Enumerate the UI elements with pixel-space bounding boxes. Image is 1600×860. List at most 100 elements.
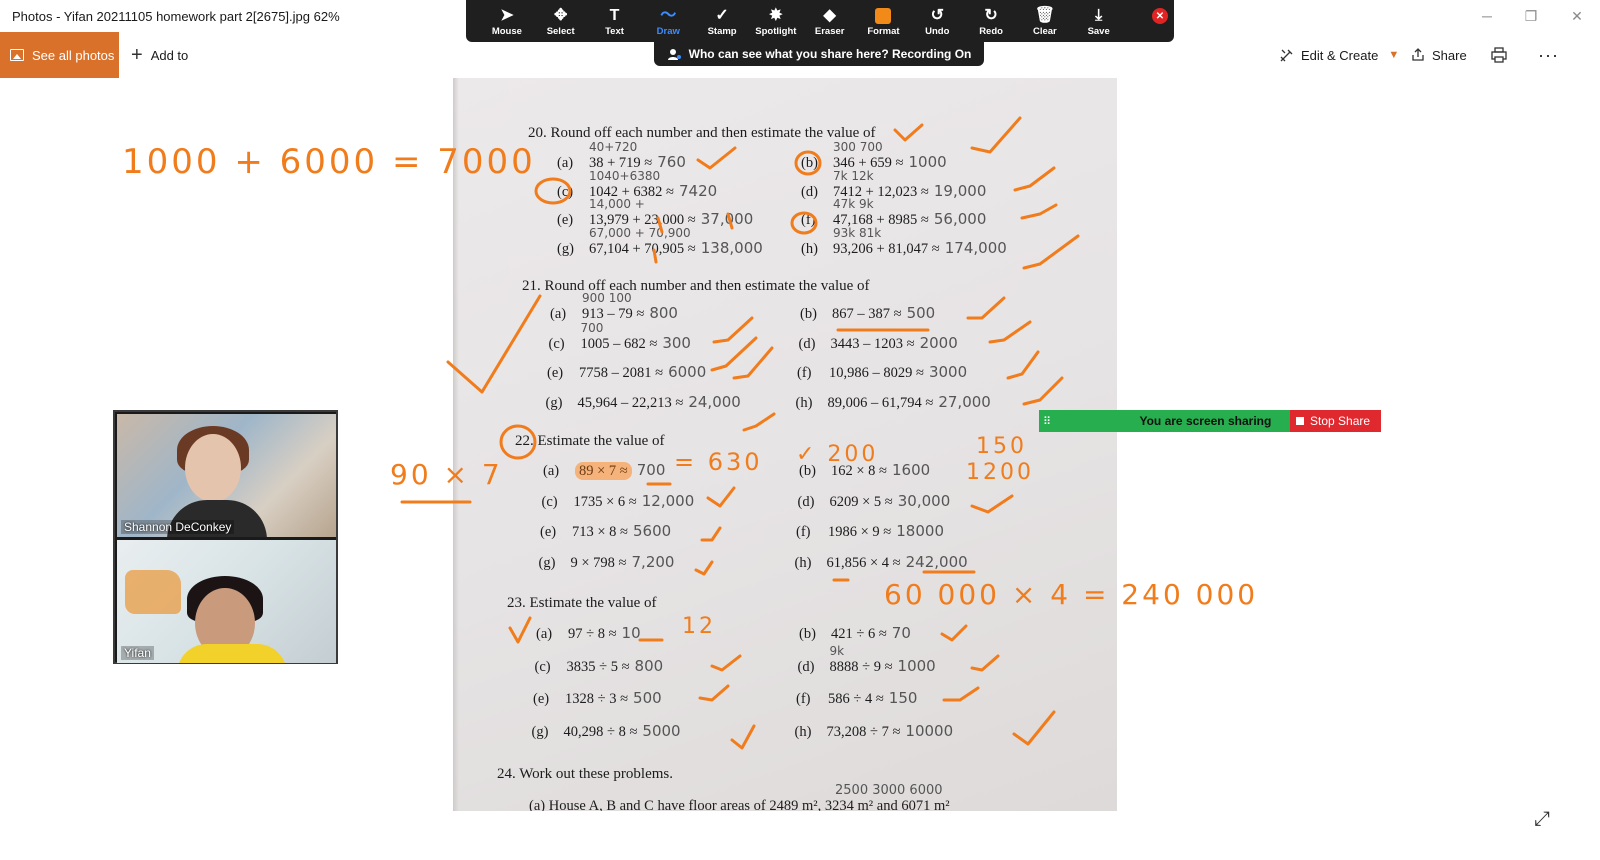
q20-handwriting-above: 67,000 + 70,900 [589,225,691,240]
maximize-button[interactable]: ❐ [1508,0,1554,32]
tool-clear-button[interactable]: 🗑 Clear [1018,0,1072,42]
participant-1-name: Shannon DeConkey [121,520,235,534]
q22-item: (d) 6209 × 5 ≈30,000 [798,492,951,511]
item-label: (c) [541,493,558,510]
drag-handle-icon[interactable]: ⠿ [1043,415,1051,428]
handwritten-answer: 500 [906,304,936,322]
tool-mouse-button[interactable]: ➤ Mouse [480,0,534,42]
q24-line-a: (a) House A, B and C have floor areas of… [529,798,950,811]
handwritten-answer: 5600 [633,522,672,540]
trash-icon: 🗑 [1034,6,1056,24]
q21-item: (f) 10,986 – 8029 ≈3000 [797,363,967,382]
close-annotation-button[interactable]: ✕ [1152,8,1168,24]
annotation-left-note: 90 × 7 [390,458,503,491]
q21-item: (a) 913 – 79 ≈800 [550,304,678,323]
item-expression: 3443 – 1203 ≈ [830,335,915,352]
item-expression: 9 × 798 ≈ [570,554,627,571]
handwritten-answer: 24,000 [688,392,741,411]
more-options-button[interactable]: ··· [1538,32,1559,78]
stop-share-button[interactable]: Stop Share [1290,410,1381,432]
recording-notice[interactable]: Who can see what you share here? Recordi… [654,42,984,66]
q23-handwriting-above: 9k [829,643,845,658]
q21-handwriting-above: 900 100 [582,291,632,305]
q22-item: (a) 89 × 7 ≈700 [543,461,665,480]
tool-spotlight-button[interactable]: ✸ Spotlight [749,0,803,42]
close-window-button[interactable]: ✕ [1554,0,1600,32]
minimize-button[interactable]: ─ [1464,0,1510,32]
see-all-photos-button[interactable]: See all photos [0,32,119,78]
q20-item: (g) 67,104 + 70,905 ≈138,000 [557,239,763,258]
item-label: (f) [796,691,811,707]
item-label: (d) [798,335,816,352]
q23-item: (h) 73,208 ÷ 7 ≈10000 [795,722,954,741]
tool-stamp-button[interactable]: ✓ Stamp [695,0,749,42]
tool-label: Select [546,25,575,37]
undo-icon: ↺ [930,6,944,24]
q24-title: 24. Work out these problems. [497,766,673,782]
item-label: (h) [795,394,813,411]
tool-label: Stamp [707,25,737,37]
tool-select-button[interactable]: ✥ Select [534,0,588,42]
tool-eraser-button[interactable]: ◆ Eraser [803,0,857,42]
item-label: (e) [533,691,550,707]
tool-save-button[interactable]: ⤓ Save [1072,0,1126,42]
stop-square-icon [1296,417,1304,425]
item-expression: 93,206 + 81,047 ≈ [833,240,940,257]
q21-title: 21. Round off each number and then estim… [522,278,870,294]
edit-create-button[interactable]: Edit & Create ▼ [1279,32,1399,78]
handwritten-answer: 1600 [892,461,931,479]
handwritten-answer: 2000 [919,333,958,352]
q23-item: (g) 40,298 ÷ 8 ≈5000 [532,722,681,741]
add-to-button[interactable]: + Add to [131,32,188,78]
q20-handwriting-above: 40+720 [589,140,638,154]
participant-gallery[interactable]: Shannon DeConkey Yifan [113,410,338,664]
q20-item: (d) 7412 + 12,023 ≈19,000 [801,182,986,201]
share-button[interactable]: Share [1410,32,1467,78]
q23-item: (c) 3835 ÷ 5 ≈800 [535,657,664,676]
plus-icon: + [131,44,143,66]
item-label: (g) [545,394,563,411]
annotation-q22a-result: = 630 [674,448,763,476]
item-expression: 97 ÷ 8 ≈ [568,626,617,642]
tool-format-button[interactable]: Format [857,0,911,42]
q23-item: (d) 8888 ÷ 9 ≈1000 [798,657,936,676]
participant-tile-2[interactable]: Yifan [117,540,336,663]
participant-2-name: Yifan [121,646,154,660]
q21-item: (b) 867 – 387 ≈500 [800,304,935,323]
spotlight-icon: ✸ [769,6,783,24]
q23-item: (a) 97 ÷ 8 ≈10 [536,624,641,643]
q20-title: 20. Round off each number and then estim… [528,125,876,141]
item-label: (a) [557,155,574,171]
q22-item: (g) 9 × 798 ≈7,200 [539,553,675,572]
q20-handwriting-above: 7k 12k [833,168,874,183]
annotation-top-left-equation: 1000 + 6000 = 7000 [122,142,536,182]
handwritten-answer: 800 [649,304,678,322]
q20-item: (h) 93,206 + 81,047 ≈174,000 [801,239,1007,258]
item-expression: 89,006 – 61,794 ≈ [827,394,934,411]
q23-title: 23. Estimate the value of [507,595,657,611]
item-label: (f) [796,524,811,540]
handwritten-answer: 6000 [668,363,707,381]
item-label: (a) [543,463,560,479]
q20-handwriting-above: 14,000 + [589,197,645,211]
expand-icon[interactable]: ⤢ [1534,808,1550,831]
eraser-icon: ◆ [823,6,836,24]
tool-text-button[interactable]: T Text [588,0,642,42]
item-label: (c) [534,658,551,675]
stamp-check-icon: ✓ [715,6,729,24]
tool-label: Clear [1032,25,1057,37]
tool-label: Text [605,25,624,37]
tool-label: Mouse [491,25,522,37]
item-label: (d) [801,183,818,200]
recording-text: Who can see what you share here? Recordi… [688,47,972,61]
tool-redo-button[interactable]: ↻ Redo [964,0,1018,42]
tool-undo-button[interactable]: ↺ Undo [910,0,964,42]
photos-app-window: Photos - Yifan 20211105 homework part 2[… [0,0,1600,860]
participant-tile-1[interactable]: Shannon DeConkey [117,414,336,537]
share-label: Share [1432,47,1467,63]
item-label: (h) [794,554,812,571]
print-button[interactable] [1490,32,1508,78]
tool-draw-button[interactable]: 〜 Draw [641,0,695,42]
participant-1-face [185,434,241,502]
participant-2-body [177,644,287,663]
